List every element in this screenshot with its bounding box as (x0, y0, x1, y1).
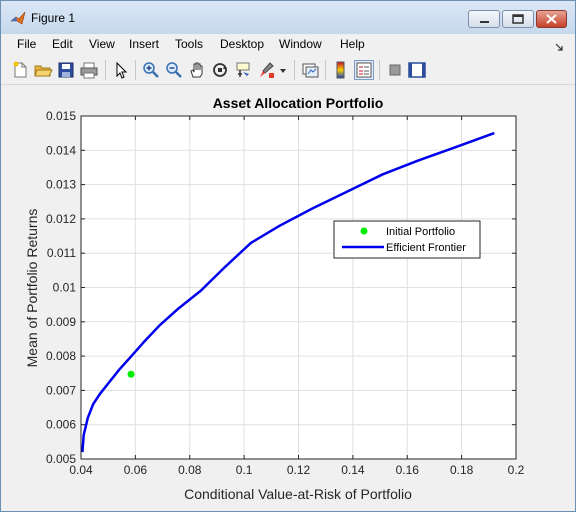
x-tick-label: 0.16 (396, 463, 420, 477)
y-tick-label: 0.008 (46, 349, 76, 363)
brush-icon[interactable] (256, 60, 276, 80)
menu-file[interactable]: File (17, 37, 36, 51)
dock-arrow-icon[interactable] (555, 38, 563, 56)
window-title: Figure 1 (31, 11, 76, 25)
plot-svg: 0.04 0.06 0.08 0.1 0.12 0.14 0.16 0.18 0.20.0050… (24, 95, 525, 502)
rotate-3d-icon[interactable] (210, 60, 230, 80)
toolbar-separator (105, 60, 106, 80)
y-tick-label: 0.015 (46, 109, 76, 123)
zoom-out-icon[interactable] (164, 60, 184, 80)
open-folder-icon[interactable] (33, 60, 53, 80)
y-tick-label: 0.006 (46, 418, 76, 432)
menu-window[interactable]: Window (279, 37, 322, 51)
colorbar-icon[interactable] (331, 60, 351, 80)
x-tick-label: 0.12 (287, 463, 311, 477)
menu-desktop[interactable]: Desktop (220, 37, 264, 51)
new-file-icon[interactable] (10, 60, 30, 80)
y-tick-label: 0.007 (46, 383, 76, 397)
zoom-in-icon[interactable] (141, 60, 161, 80)
legend-label-initial-portfolio: Initial Portfolio (386, 226, 455, 238)
pan-icon[interactable] (187, 60, 207, 80)
y-tick-label: 0.012 (46, 212, 76, 226)
minimize-button[interactable] (468, 10, 500, 28)
title-bar: Figure 1 (1, 1, 575, 34)
legend[interactable]: Initial Portfolio Efficient Frontier (333, 220, 481, 259)
hide-plot-tools-icon[interactable] (385, 60, 405, 80)
y-tick-label: 0.01 (53, 281, 77, 295)
show-plot-tools-icon[interactable] (407, 60, 427, 80)
initial-portfolio-point (127, 370, 135, 378)
legend-label-efficient-frontier: Efficient Frontier (386, 242, 466, 254)
menu-view[interactable]: View (89, 37, 115, 51)
figure-canvas: 0.04 0.06 0.08 0.1 0.12 0.14 0.16 0.18 0.2 0.005 0… (1, 85, 575, 511)
menu-help[interactable]: Help (340, 37, 365, 51)
menu-edit[interactable]: Edit (52, 37, 73, 51)
y-tick-label: 0.005 (46, 452, 76, 466)
data-cursor-icon[interactable] (233, 60, 253, 80)
y-tick-label: 0.013 (46, 178, 76, 192)
y-tick-label: 0.011 (47, 246, 76, 260)
toolbar-separator (379, 60, 380, 80)
x-tick-label: 0.14 (341, 463, 365, 477)
x-axis-label: Conditional Value-at-Risk of Portfolio (184, 486, 412, 502)
print-icon[interactable] (79, 60, 99, 80)
legend-icon[interactable] (354, 60, 374, 80)
x-tick-label: 0.18 (450, 463, 474, 477)
menu-tools[interactable]: Tools (175, 37, 203, 51)
x-tick-label: 0.1 (236, 463, 253, 477)
matlab-logo-icon (10, 10, 26, 26)
figure-toolbar (1, 56, 575, 85)
menu-bar: File Edit View Insert Tools Desktop Wind… (1, 34, 575, 55)
pointer-icon[interactable] (111, 60, 131, 80)
toolbar-separator (135, 60, 136, 80)
save-icon[interactable] (56, 60, 76, 80)
toolbar-separator (325, 60, 326, 80)
chart-title: Asset Allocation Portfolio (213, 95, 384, 111)
y-tick-label: 0.009 (46, 315, 76, 329)
y-tick-label: 0.014 (46, 143, 76, 157)
figure-window: Figure 1 File Edit View Insert Tools Des… (0, 0, 576, 512)
maximize-button[interactable] (502, 10, 534, 28)
brush-dropdown-icon[interactable] (278, 60, 288, 80)
link-plot-icon[interactable] (300, 60, 320, 80)
x-tick-label: 0.06 (124, 463, 148, 477)
y-axis-label: Mean of Portfolio Returns (24, 209, 40, 368)
menu-insert[interactable]: Insert (129, 37, 159, 51)
close-button[interactable] (536, 10, 567, 28)
x-tick-label: 0.08 (178, 463, 202, 477)
x-tick-label: 0.2 (508, 463, 525, 477)
toolbar-separator (294, 60, 295, 80)
legend-marker-initial-portfolio (360, 227, 368, 235)
